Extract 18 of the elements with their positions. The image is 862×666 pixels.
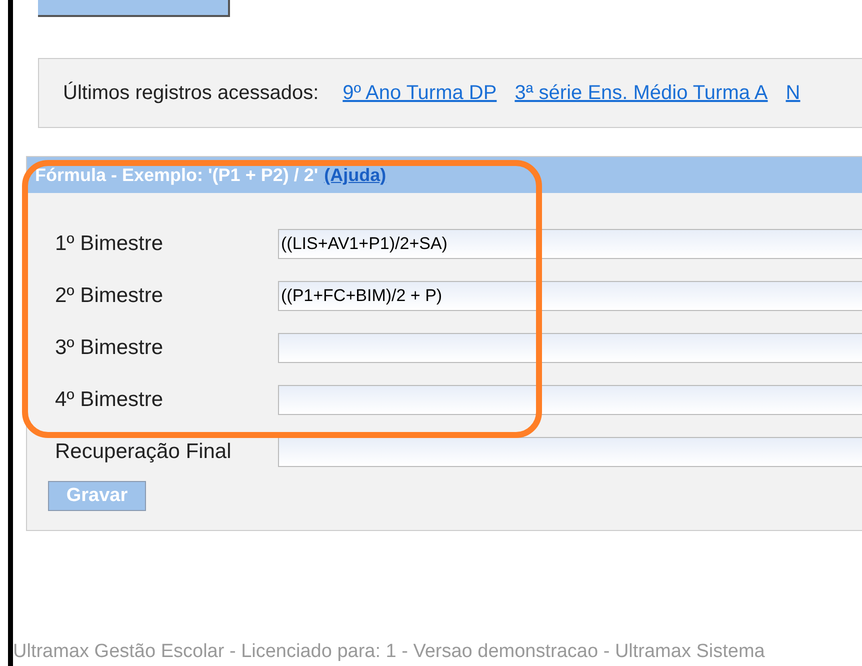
input-field[interactable]: ((LIS+AV1+P1)/2+SA): [278, 229, 862, 260]
recent-record-link[interactable]: N: [786, 78, 800, 108]
field-label: Recuperação Final: [54, 439, 232, 466]
input-field[interactable]: ((P1+FC+BIM)/2 + P): [278, 281, 862, 312]
field-label: 3º Bimestre: [54, 335, 164, 362]
recent-records-label: Últimos registros acessados:: [63, 80, 319, 106]
recent-record-link[interactable]: 3ª série Ens. Médio Turma A: [514, 78, 768, 108]
input-field[interactable]: [278, 385, 862, 416]
recent-record-link[interactable]: 9º Ano Turma DP: [342, 78, 497, 108]
input-field[interactable]: [278, 333, 862, 364]
field-label: 2º Bimestre: [54, 283, 164, 310]
input-field[interactable]: [278, 437, 862, 468]
field-label: 1º Bimestre: [54, 231, 164, 258]
field-label: 4º Bimestre: [54, 387, 164, 414]
top-button[interactable]: [38, 0, 230, 17]
panel-title: Fórmula - Exemplo: '(P1 + P2) / 2': [35, 164, 318, 187]
footer-text: Ultramax Gestão Escolar - Licenciado para: 1 - Versao demonstracao - Ultramax Sistema: [13, 640, 765, 662]
help-link[interactable]: (Ajuda): [324, 162, 386, 189]
